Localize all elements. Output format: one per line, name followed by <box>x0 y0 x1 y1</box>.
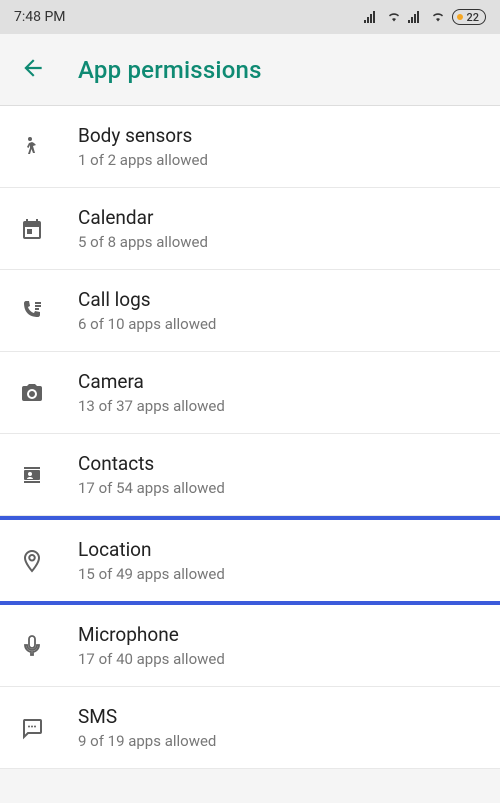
wifi-icon <box>386 11 402 23</box>
permission-label: Call logs <box>78 288 216 311</box>
permission-row-contacts[interactable]: Contacts 17 of 54 apps allowed <box>0 434 500 516</box>
location-icon <box>20 549 64 573</box>
permission-sub: 13 of 37 apps allowed <box>78 397 225 415</box>
call-logs-icon <box>20 299 64 323</box>
permission-label: SMS <box>78 705 216 728</box>
permission-label: Camera <box>78 370 225 393</box>
permission-sub: 17 of 40 apps allowed <box>78 650 225 668</box>
wifi-icon-2 <box>430 11 446 23</box>
page-header: App permissions <box>0 34 500 106</box>
permission-label: Microphone <box>78 623 225 646</box>
sms-icon <box>20 716 64 740</box>
permission-row-microphone[interactable]: Microphone 17 of 40 apps allowed <box>0 605 500 687</box>
permission-row-camera[interactable]: Camera 13 of 37 apps allowed <box>0 352 500 434</box>
permission-label: Body sensors <box>78 124 208 147</box>
battery-indicator: 22 <box>452 9 486 25</box>
permission-sub: 6 of 10 apps allowed <box>78 315 216 333</box>
permission-label: Location <box>78 538 225 561</box>
microphone-icon <box>20 634 64 658</box>
permissions-list: Body sensors 1 of 2 apps allowed Calenda… <box>0 106 500 769</box>
permission-label: Contacts <box>78 452 225 475</box>
page-title: App permissions <box>78 56 262 84</box>
permission-sub: 1 of 2 apps allowed <box>78 151 208 169</box>
permission-sub: 17 of 54 apps allowed <box>78 479 225 497</box>
camera-icon <box>20 381 64 405</box>
signal-icon <box>364 11 380 23</box>
permission-sub: 9 of 19 apps allowed <box>78 732 216 750</box>
permission-row-calendar[interactable]: Calendar 5 of 8 apps allowed <box>0 188 500 270</box>
back-button[interactable] <box>20 55 46 85</box>
permission-sub: 15 of 49 apps allowed <box>78 565 225 583</box>
permission-row-call-logs[interactable]: Call logs 6 of 10 apps allowed <box>0 270 500 352</box>
signal-icon-2 <box>408 11 424 23</box>
permission-row-sms[interactable]: SMS 9 of 19 apps allowed <box>0 687 500 769</box>
permission-row-location[interactable]: Location 15 of 49 apps allowed <box>0 516 500 605</box>
status-time: 7:48 PM <box>14 9 66 25</box>
body-sensors-icon <box>20 135 64 159</box>
status-bar: 7:48 PM 22 <box>0 0 500 34</box>
calendar-icon <box>20 217 64 241</box>
permission-row-body-sensors[interactable]: Body sensors 1 of 2 apps allowed <box>0 106 500 188</box>
battery-level: 22 <box>466 11 479 24</box>
contacts-icon <box>20 463 64 487</box>
permission-label: Calendar <box>78 206 208 229</box>
status-icons: 22 <box>364 9 486 25</box>
permission-sub: 5 of 8 apps allowed <box>78 233 208 251</box>
